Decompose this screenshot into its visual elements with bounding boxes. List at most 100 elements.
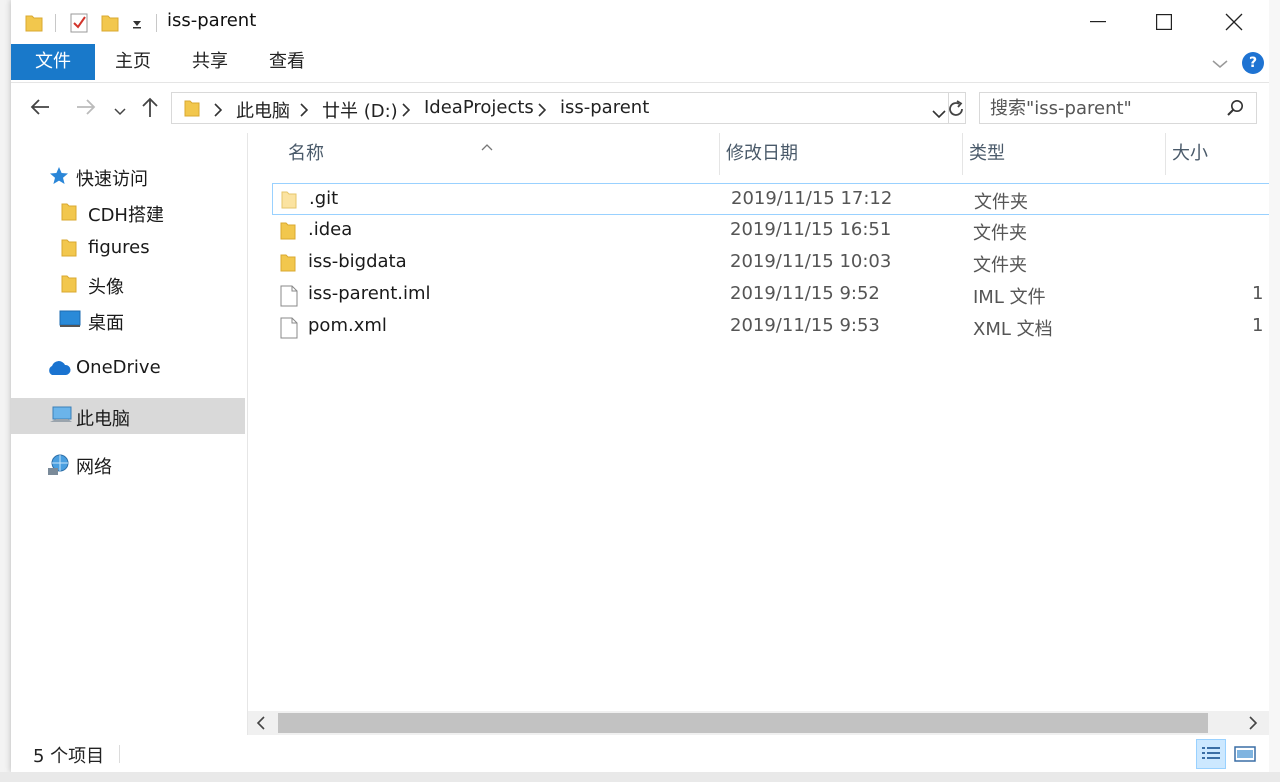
- file-name: pom.xml: [308, 315, 387, 336]
- up-arrow-icon[interactable]: [140, 96, 160, 123]
- back-arrow-icon[interactable]: [29, 96, 51, 123]
- file-type: 文件夹: [974, 192, 1028, 213]
- sidebar-item-label: CDH搭建: [88, 205, 164, 226]
- divider: [119, 745, 120, 763]
- folder-icon: [281, 190, 297, 215]
- help-icon[interactable]: ?: [1242, 52, 1264, 74]
- address-bar[interactable]: 此电脑 廿半 (D:) IdeaProjects iss-parent: [171, 92, 966, 124]
- close-button[interactable]: [1201, 0, 1267, 44]
- folder-icon: [280, 221, 296, 246]
- background-window-edge: [1269, 0, 1280, 772]
- sidebar-item-this-pc[interactable]: 此电脑: [11, 398, 245, 434]
- sidebar-item-desktop[interactable]: 桌面: [11, 302, 245, 338]
- desktop-icon: [59, 310, 81, 333]
- file-type: 文件夹: [973, 223, 1027, 244]
- file-list-view: 名称 修改日期 类型 大小 .git 2019/11/15 17:12 文件夹 …: [248, 133, 1269, 711]
- taskbar-edge: [0, 772, 1280, 782]
- customize-toolbar-dropdown-icon[interactable]: [131, 12, 143, 34]
- file-icon: [280, 317, 298, 344]
- file-modified: 2019/11/15 10:03: [730, 251, 892, 272]
- details-view-icon: [1202, 747, 1220, 759]
- tab-file[interactable]: 文件: [11, 44, 95, 80]
- tab-share[interactable]: 共享: [192, 44, 228, 80]
- file-size: 1 K: [1252, 283, 1269, 304]
- refresh-icon[interactable]: [946, 99, 966, 124]
- sidebar-item-label: 网络: [76, 457, 112, 478]
- file-type: 文件夹: [973, 255, 1027, 276]
- scroll-left-arrow-icon[interactable]: [256, 715, 266, 736]
- sidebar-item-figures[interactable]: figures: [11, 230, 245, 266]
- file-icon: [280, 285, 298, 312]
- search-input[interactable]: [990, 96, 1210, 120]
- item-count: 5 个项目: [33, 746, 105, 767]
- file-name: .idea: [308, 219, 353, 240]
- ribbon-tabs: 文件 主页 共享 查看 ?: [11, 44, 1269, 83]
- folder-icon: [61, 274, 77, 299]
- sidebar-item-network[interactable]: 网络: [11, 446, 245, 482]
- sidebar-item-label: figures: [88, 237, 150, 258]
- window-title: iss-parent: [167, 10, 257, 31]
- breadcrumb-separator-icon[interactable]: [214, 101, 223, 122]
- maximize-button[interactable]: [1131, 0, 1197, 44]
- expand-ribbon-chevron-icon[interactable]: [1211, 54, 1229, 75]
- breadcrumb-separator-icon[interactable]: [402, 101, 411, 122]
- large-icons-view-icon: [1234, 746, 1256, 762]
- sidebar-item-label: 桌面: [88, 313, 124, 334]
- folder-icon: [25, 12, 43, 34]
- recent-locations-chevron-icon[interactable]: [114, 101, 126, 122]
- column-header-size[interactable]: 大小: [1166, 133, 1269, 175]
- file-size: 1 K: [1252, 315, 1269, 336]
- computer-icon: [49, 406, 73, 431]
- cloud-icon: [46, 360, 72, 381]
- column-header-type[interactable]: 类型: [963, 133, 1166, 175]
- horizontal-scrollbar[interactable]: [248, 711, 1269, 735]
- file-name: .git: [309, 188, 339, 209]
- divider: [55, 14, 56, 32]
- navigation-pane: 快速访问 CDH搭建 figures 头像 桌面 OneDrive 此电脑 网络: [11, 133, 248, 739]
- file-explorer-window: iss-parent 文件 主页 共享 查看 ? 此电脑 廿半 (D:) Ide…: [11, 0, 1269, 772]
- breadcrumb-iss-parent[interactable]: iss-parent: [560, 97, 649, 118]
- breadcrumb-this-pc[interactable]: 此电脑: [236, 97, 290, 123]
- sidebar-item-onedrive[interactable]: OneDrive: [11, 350, 245, 386]
- file-modified: 2019/11/15 17:12: [731, 188, 893, 209]
- file-type: XML 文档: [973, 319, 1053, 340]
- file-row-idea[interactable]: .idea 2019/11/15 16:51 文件夹: [272, 215, 1269, 247]
- minimize-button[interactable]: [1065, 0, 1131, 44]
- sidebar-item-avatar[interactable]: 头像: [11, 266, 245, 302]
- file-modified: 2019/11/15 9:52: [730, 283, 880, 304]
- breadcrumb-drive-d[interactable]: 廿半 (D:): [322, 97, 398, 123]
- large-icons-view-button[interactable]: [1230, 739, 1260, 769]
- scrollbar-thumb[interactable]: [278, 713, 1208, 733]
- title-bar: iss-parent: [11, 0, 1269, 44]
- sidebar-item-label: 此电脑: [76, 409, 130, 430]
- file-type: IML 文件: [973, 287, 1046, 308]
- file-row-git[interactable]: .git 2019/11/15 17:12 文件夹: [272, 183, 1269, 215]
- new-folder-icon[interactable]: [101, 12, 119, 34]
- sidebar-item-label: OneDrive: [76, 357, 161, 378]
- details-view-button[interactable]: [1196, 739, 1226, 769]
- breadcrumb-separator-icon[interactable]: [300, 101, 309, 122]
- file-row-pom-xml[interactable]: pom.xml 2019/11/15 9:53 XML 文档 1 K: [272, 311, 1269, 343]
- tab-home[interactable]: 主页: [115, 44, 151, 80]
- sidebar-item-quick-access[interactable]: 快速访问: [11, 158, 245, 194]
- scroll-right-arrow-icon[interactable]: [1248, 715, 1258, 736]
- divider: [156, 14, 157, 32]
- folder-icon: [61, 238, 77, 263]
- file-row-iss-parent-iml[interactable]: iss-parent.iml 2019/11/15 9:52 IML 文件 1 …: [272, 279, 1269, 311]
- breadcrumb-separator-icon[interactable]: [538, 101, 547, 122]
- column-header-name[interactable]: 名称: [282, 133, 720, 175]
- folder-icon: [184, 98, 200, 123]
- breadcrumb-ideaprojects[interactable]: IdeaProjects: [424, 97, 534, 118]
- sidebar-item-cdh[interactable]: CDH搭建: [11, 194, 245, 230]
- file-name: iss-bigdata: [308, 251, 407, 272]
- file-row-iss-bigdata[interactable]: iss-bigdata 2019/11/15 10:03 文件夹: [272, 247, 1269, 279]
- status-bar: 5 个项目: [11, 735, 1269, 772]
- properties-checkmark-icon[interactable]: [69, 12, 89, 34]
- address-history-chevron-icon[interactable]: [932, 103, 946, 124]
- tab-view[interactable]: 查看: [269, 44, 305, 80]
- search-icon[interactable]: [1226, 99, 1244, 122]
- file-name: iss-parent.iml: [308, 283, 431, 304]
- sidebar-item-label: 快速访问: [76, 169, 148, 190]
- forward-arrow-icon[interactable]: [75, 96, 97, 123]
- column-header-modified[interactable]: 修改日期: [720, 133, 963, 175]
